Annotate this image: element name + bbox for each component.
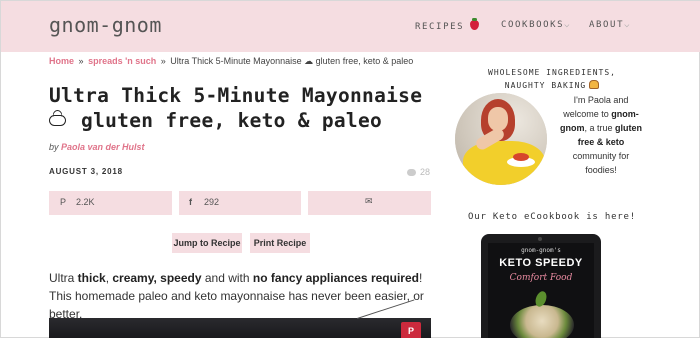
email-icon: ✉ bbox=[365, 196, 373, 206]
pin-it-icon[interactable]: P bbox=[401, 322, 421, 338]
sidebar-intro: I'm Paola and welcome to gnom-gnom, a tr… bbox=[557, 93, 645, 177]
nav-recipes[interactable]: RECIPES bbox=[415, 18, 480, 32]
page-title: Ultra Thick 5-Minute Mayonnaise gluten f… bbox=[49, 83, 439, 133]
sidebar-tagline: WHOLESOME INGREDIENTS, NAUGHTY BAKING bbox=[462, 66, 642, 92]
author-avatar bbox=[455, 93, 547, 185]
breadcrumb-category[interactable]: spreads 'n such bbox=[88, 56, 156, 66]
nav-cookbooks-label: COOKBOOKS bbox=[501, 20, 565, 30]
strawberry-icon bbox=[470, 18, 480, 30]
title-line-2: gluten free, keto & paleo bbox=[81, 109, 383, 132]
ebook-title: KETO SPEEDY bbox=[499, 257, 583, 269]
byline-prefix: by bbox=[49, 142, 59, 152]
pinterest-icon: P bbox=[60, 197, 67, 207]
byline: by Paola van der Hulst bbox=[49, 142, 145, 152]
breadcrumb-separator: » bbox=[160, 56, 166, 66]
pinterest-count: 2.2K bbox=[76, 197, 95, 207]
intro-bold: no fancy appliances required bbox=[252, 271, 419, 285]
nav-recipes-label: RECIPES bbox=[415, 22, 465, 32]
jump-to-recipe-button[interactable]: Jump to Recipe bbox=[172, 233, 242, 253]
chevron-down-icon: ⌵ bbox=[564, 20, 570, 30]
share-email-button[interactable]: ✉ bbox=[308, 191, 431, 215]
ebook-cover[interactable]: gnom-gnom's KETO SPEEDY Comfort Food bbox=[481, 234, 601, 338]
intro-bold: creamy, speedy bbox=[112, 271, 202, 285]
nav-about-label: ABOUT bbox=[589, 20, 625, 30]
sidebar-intro-text: , a true bbox=[584, 123, 615, 133]
intro-text: and with bbox=[201, 271, 253, 285]
comment-count: 28 bbox=[420, 167, 431, 177]
ebook-subtitle: Comfort Food bbox=[509, 273, 573, 283]
facebook-count: 292 bbox=[204, 197, 220, 207]
cloud-icon bbox=[49, 115, 66, 126]
comments-link[interactable]: 28 bbox=[407, 167, 430, 177]
comment-icon bbox=[407, 169, 416, 176]
share-pinterest-button[interactable]: P 2.2K bbox=[49, 191, 172, 215]
bread-icon bbox=[589, 80, 600, 89]
ebook-heading: Our Keto eCookbook is here! bbox=[468, 212, 636, 222]
tagline-line-2: NAUGHTY BAKING bbox=[504, 81, 587, 90]
post-date: AUGUST 3, 2018 bbox=[49, 167, 123, 176]
facebook-icon: f bbox=[189, 197, 192, 207]
avatar-food bbox=[513, 153, 529, 161]
hero-image: P bbox=[49, 299, 431, 338]
title-line-1: Ultra Thick 5-Minute Mayonnaise bbox=[49, 84, 423, 107]
chevron-down-icon: ⌵ bbox=[624, 20, 630, 30]
breadcrumb: Home » spreads 'n such » Ultra Thick 5-M… bbox=[49, 56, 413, 67]
ebook-food-image bbox=[510, 305, 574, 338]
tablet-camera bbox=[538, 237, 542, 241]
nav-about[interactable]: ABOUT⌵ bbox=[589, 20, 630, 30]
author-link[interactable]: Paola van der Hulst bbox=[61, 142, 145, 152]
intro-bold: thick bbox=[77, 271, 106, 285]
tagline-line-1: WHOLESOME INGREDIENTS, bbox=[488, 68, 616, 77]
site-logo[interactable]: gnom-gnom bbox=[49, 13, 162, 37]
print-recipe-button[interactable]: Print Recipe bbox=[250, 233, 310, 253]
site-header: gnom-gnom RECIPES COOKBOOKS⌵ ABOUT⌵ bbox=[1, 1, 700, 52]
ebook-brand: gnom-gnom's bbox=[521, 247, 561, 254]
nav-cookbooks[interactable]: COOKBOOKS⌵ bbox=[501, 20, 570, 30]
breadcrumb-current: Ultra Thick 5-Minute Mayonnaise ☁ gluten… bbox=[170, 56, 414, 66]
breadcrumb-home[interactable]: Home bbox=[49, 56, 74, 66]
breadcrumb-separator: » bbox=[78, 56, 84, 66]
intro-text: Ultra bbox=[49, 271, 78, 285]
share-facebook-button[interactable]: f 292 bbox=[179, 191, 301, 215]
tablet-screen: gnom-gnom's KETO SPEEDY Comfort Food bbox=[488, 243, 594, 338]
sidebar-intro-text: community for foodies! bbox=[572, 151, 630, 175]
